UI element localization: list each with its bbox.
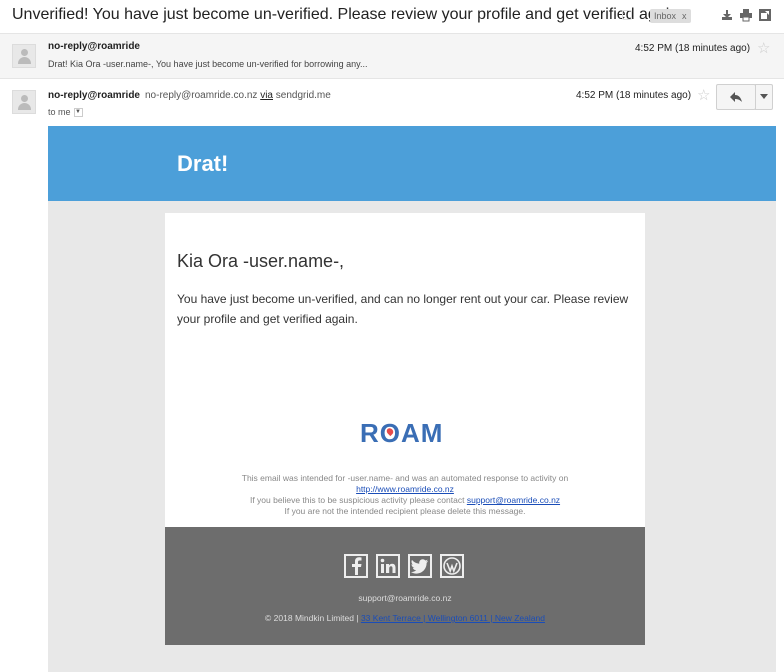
reply-icon <box>730 92 742 102</box>
message-time: 4:52 PM (18 minutes ago) <box>635 43 751 54</box>
recipient-line[interactable]: to me ▼ <box>48 107 83 118</box>
website-link[interactable]: http://www.roamride.co.nz <box>356 484 454 494</box>
wordpress-icon[interactable] <box>440 554 464 578</box>
download-icon[interactable] <box>720 8 734 22</box>
chevron-down-icon <box>760 94 768 99</box>
star-icon[interactable]: ☆ <box>697 88 710 103</box>
email-greeting: Kia Ora -user.name-, <box>177 251 345 271</box>
copyright-text: © 2018 Mindkin Limited | <box>265 613 359 623</box>
sender-avatar <box>12 90 36 114</box>
message-time: 4:52 PM (18 minutes ago) <box>576 90 692 101</box>
support-email-link[interactable]: support@roamride.co.nz <box>467 495 560 505</box>
fine-print-line2: If you believe this to be suspicious act… <box>165 495 645 505</box>
facebook-icon[interactable] <box>344 554 368 578</box>
message-collapsed[interactable]: no-reply@roamride Drat! Kia Ora -user.na… <box>0 33 784 79</box>
more-actions-button[interactable] <box>755 84 773 110</box>
fine-print-link-line: http://www.roamride.co.nz <box>165 484 645 494</box>
star-icon[interactable]: ☆ <box>757 41 770 56</box>
email-subject: Unverified! You have just become un-veri… <box>12 6 683 23</box>
address-link[interactable]: 33 Kent Terrace | Wellington 6011 | New … <box>361 613 545 623</box>
remove-label-button[interactable]: x <box>682 11 687 21</box>
sender-details: no-reply@roamride.co.nz via sendgrid.me <box>145 90 331 101</box>
sender-name: no-reply@roamride <box>48 41 140 52</box>
email-banner <box>48 126 776 201</box>
sender-name: no-reply@roamride <box>48 90 140 101</box>
twitter-icon[interactable] <box>408 554 432 578</box>
recipient-text: to me <box>48 107 71 117</box>
fine-print-line3: If you are not the intended recipient pl… <box>284 506 526 516</box>
message-snippet: Drat! Kia Ora -user.name-, You have just… <box>48 59 368 69</box>
sender-email: no-reply@roamride.co.nz <box>145 90 258 101</box>
new-window-icon[interactable] <box>758 8 772 22</box>
fine-print-line2-text: If you believe this to be suspicious act… <box>249 495 465 505</box>
print-icon[interactable] <box>739 8 753 22</box>
inbox-label-text: Inbox <box>654 11 677 21</box>
message-expanded-header: no-reply@roamride no-reply@roamride.co.n… <box>0 80 784 124</box>
via-link[interactable]: via <box>260 90 273 101</box>
reply-button[interactable] <box>716 84 756 110</box>
footer-copyright: © 2018 Mindkin Limited | 33 Kent Terrace… <box>165 613 645 623</box>
fine-print-line1: This email was intended for -user.name- … <box>241 473 569 483</box>
banner-title: Drat! <box>177 151 229 176</box>
importance-marker[interactable] <box>622 10 632 20</box>
via-domain: sendgrid.me <box>275 90 331 101</box>
subject-bar: Unverified! You have just become un-veri… <box>0 0 784 32</box>
email-body-text: You have just become un-verified, and ca… <box>177 292 629 326</box>
roam-logo: ROAM <box>360 418 444 448</box>
email-footer <box>165 527 645 645</box>
footer-support-email: support@roamride.co.nz <box>358 593 452 603</box>
linkedin-icon[interactable] <box>376 554 400 578</box>
sender-avatar <box>12 44 36 68</box>
inbox-label[interactable]: Inbox x <box>650 9 691 23</box>
chevron-down-icon[interactable]: ▼ <box>73 108 83 118</box>
